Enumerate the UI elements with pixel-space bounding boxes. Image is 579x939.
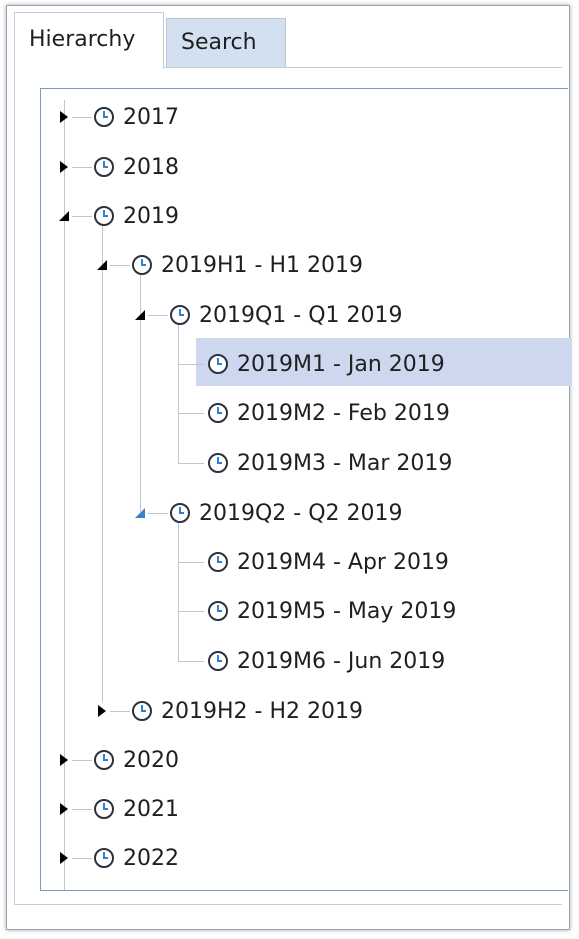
tab-search[interactable]: Search: [166, 18, 286, 68]
tree-node-label: 2019M2 - Feb 2019: [237, 400, 450, 426]
clock-icon: [208, 354, 228, 374]
tree-line: [72, 858, 92, 859]
clock-icon: [132, 701, 152, 721]
clock-icon: [208, 601, 228, 621]
tree-node-label: 2017: [123, 104, 179, 130]
tree-node-2022[interactable]: 2022: [93, 838, 179, 878]
expand-triangle-right-icon[interactable]: [57, 753, 71, 767]
tree-node-label: 2019: [123, 203, 179, 229]
clock-icon: [94, 750, 114, 770]
clock-icon: [94, 799, 114, 819]
tree-line: [178, 611, 204, 612]
clock-icon: [208, 403, 228, 423]
tree-node-2019m1-selected[interactable]: 2019M1 - Jan 2019: [207, 344, 445, 384]
tree-line: [148, 513, 168, 514]
tree-node-2019h2[interactable]: 2019H2 - H2 2019: [131, 691, 363, 731]
collapse-triangle-icon[interactable]: [57, 209, 71, 223]
tree-node-2017[interactable]: 2017: [93, 97, 179, 137]
expand-triangle-right-icon[interactable]: [57, 110, 71, 124]
clock-icon: [94, 206, 114, 226]
tree-node-label: 2019Q2 - Q2 2019: [199, 500, 403, 526]
tree-node-2019[interactable]: 2019: [93, 196, 179, 236]
tab-bar: Hierarchy Search: [14, 12, 554, 69]
clock-icon: [208, 552, 228, 572]
tree-line: [178, 322, 179, 464]
tree-node-2019m4[interactable]: 2019M4 - Apr 2019: [207, 542, 449, 582]
clock-icon: [132, 255, 152, 275]
clock-icon: [170, 305, 190, 325]
clock-icon: [208, 453, 228, 473]
clock-icon: [94, 848, 114, 868]
tree-node-2021[interactable]: 2021: [93, 789, 179, 829]
tree-line: [102, 222, 103, 702]
tree-node-2019m6[interactable]: 2019M6 - Jun 2019: [207, 641, 445, 681]
tree-line: [110, 711, 130, 712]
tree-line: [178, 520, 179, 662]
tab-hierarchy[interactable]: Hierarchy: [14, 12, 164, 69]
tree-node-2019q1[interactable]: 2019Q1 - Q1 2019: [169, 295, 403, 335]
tree-node-2020[interactable]: 2020: [93, 740, 179, 780]
clock-icon: [94, 107, 114, 127]
tree-node-label: 2019H2 - H2 2019: [161, 698, 363, 724]
tree-node-label: 2021: [123, 796, 179, 822]
tree-line: [72, 167, 92, 168]
expand-triangle-right-icon[interactable]: [57, 160, 71, 174]
tree-node-label: 2022: [123, 845, 179, 871]
tree-line: [178, 364, 204, 365]
tree-line: [72, 117, 92, 118]
tree-line: [178, 463, 204, 464]
tree-node-label: 2020: [123, 747, 179, 773]
clock-icon: [208, 651, 228, 671]
tree-node-label: 2019M4 - Apr 2019: [237, 549, 449, 575]
tree-node-2019h1[interactable]: 2019H1 - H1 2019: [131, 245, 363, 285]
tree-line: [178, 562, 204, 563]
tree-line: [178, 661, 204, 662]
tree-node-label: 2019H1 - H1 2019: [161, 252, 363, 278]
tree-line: [72, 809, 92, 810]
tree-node-label: 2018: [123, 154, 179, 180]
tree-node-label: 2019M1 - Jan 2019: [237, 351, 445, 377]
tree-node-label: 2019M6 - Jun 2019: [237, 648, 446, 674]
collapse-triangle-icon[interactable]: [133, 506, 147, 520]
tree-node-2019m5[interactable]: 2019M5 - May 2019: [207, 591, 456, 631]
tree-line: [72, 216, 92, 217]
tree-node-label: 2019Q1 - Q1 2019: [199, 302, 403, 328]
expand-triangle-right-icon[interactable]: [57, 851, 71, 865]
tree-node-2019m3[interactable]: 2019M3 - Mar 2019: [207, 443, 452, 483]
expand-triangle-right-icon[interactable]: [95, 704, 109, 718]
collapse-triangle-icon[interactable]: [95, 258, 109, 272]
tree-node-label: 2019M5 - May 2019: [237, 598, 457, 624]
tree-node-2019m2[interactable]: 2019M2 - Feb 2019: [207, 393, 450, 433]
tree-line: [148, 315, 168, 316]
clock-icon: [170, 503, 190, 523]
clock-icon: [94, 157, 114, 177]
collapse-triangle-icon[interactable]: [133, 308, 147, 322]
tree-line: [110, 265, 130, 266]
tree-line: [72, 760, 92, 761]
tree-node-label: 2019M3 - Mar 2019: [237, 450, 453, 476]
tree-line: [178, 413, 204, 414]
expand-triangle-right-icon[interactable]: [57, 802, 71, 816]
tree-node-2019q2[interactable]: 2019Q2 - Q2 2019: [169, 493, 403, 533]
tree-node-2018[interactable]: 2018: [93, 147, 179, 187]
